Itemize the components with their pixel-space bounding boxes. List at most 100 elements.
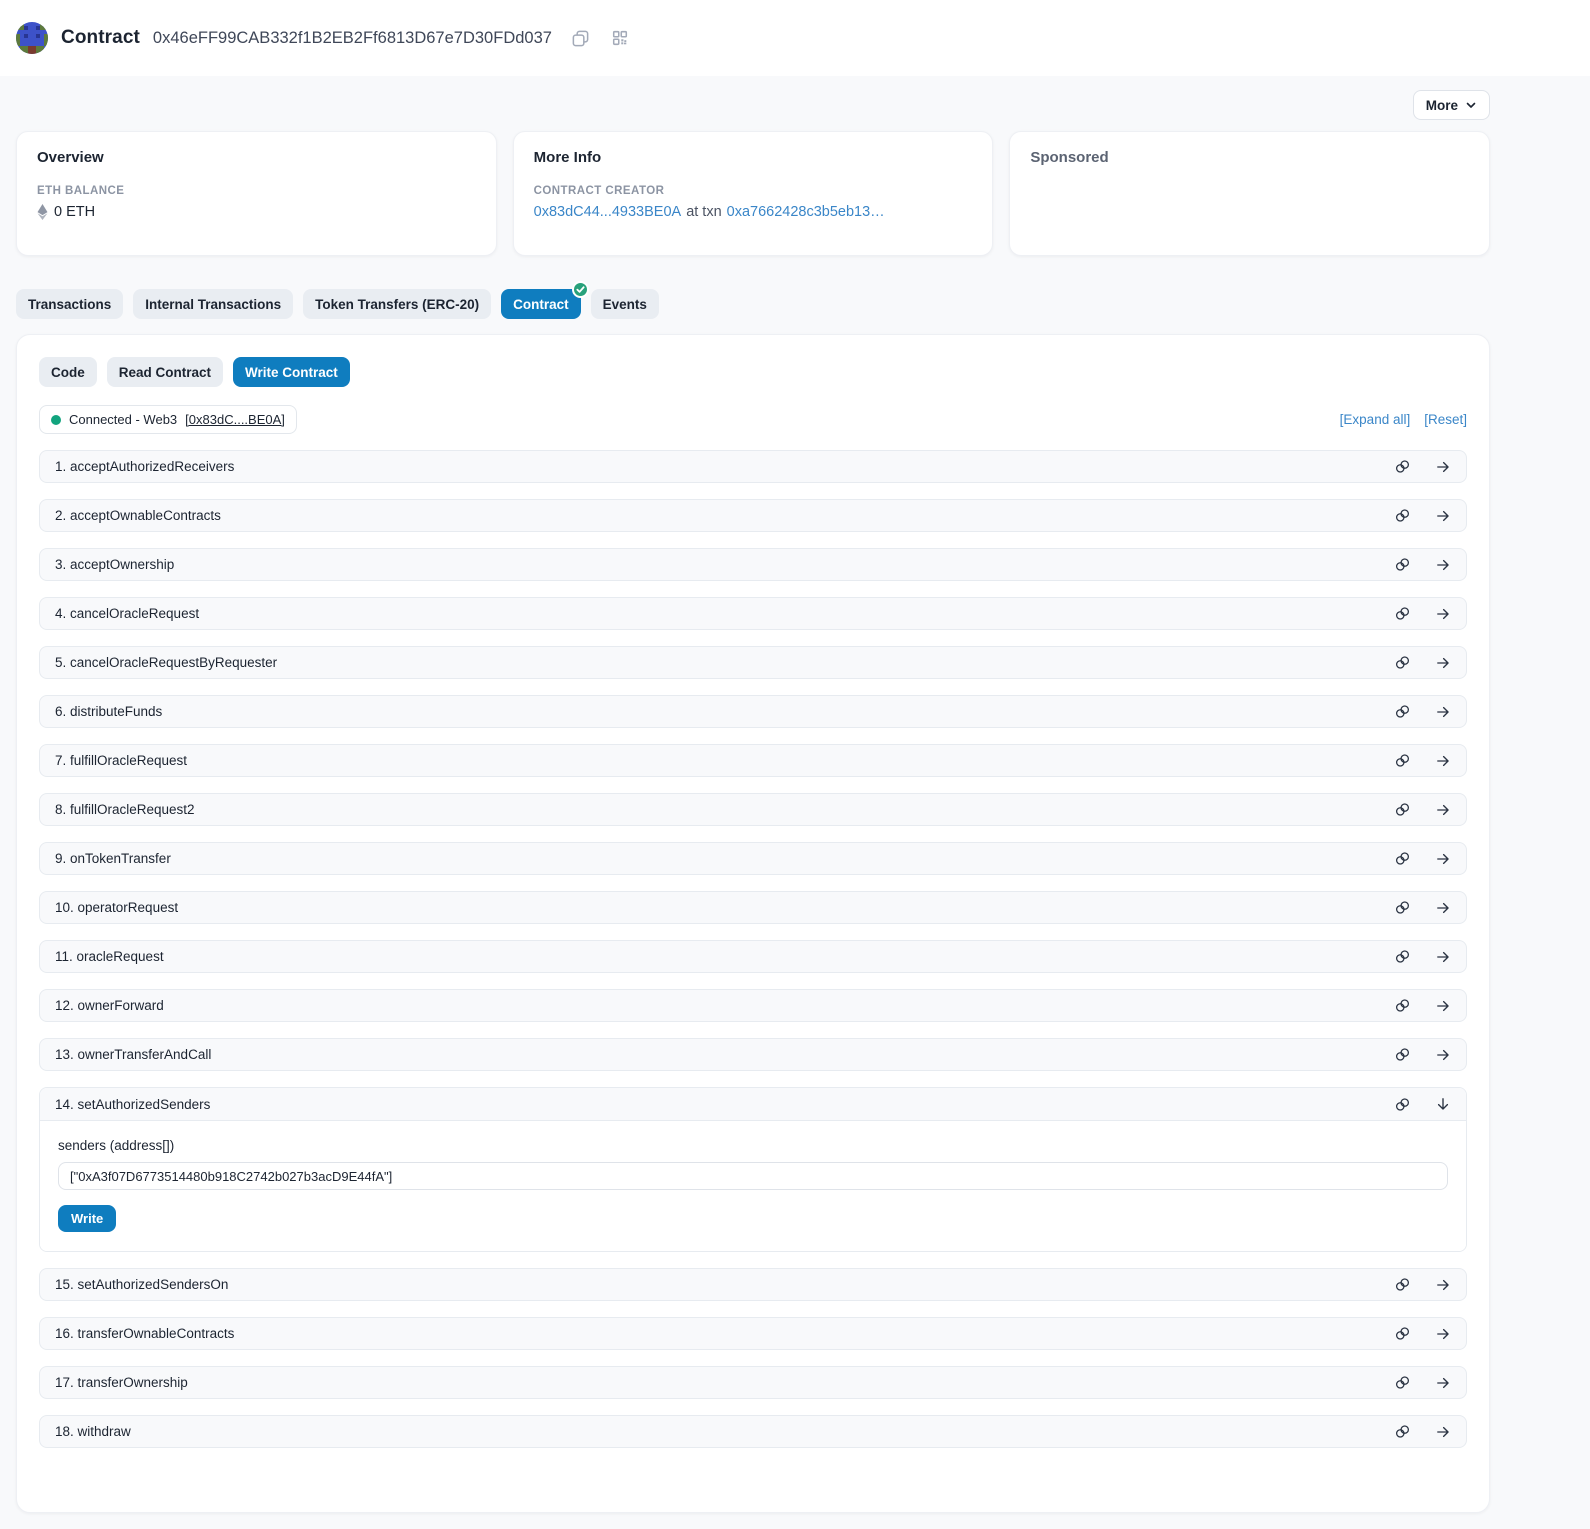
expand-function-button[interactable] xyxy=(1435,655,1451,671)
contract-address: 0x46eFF99CAB332f1B2EB2Ff6813D67e7D30FDd0… xyxy=(153,29,552,48)
arrow-right-icon xyxy=(1435,1047,1451,1063)
function-permalink-button[interactable] xyxy=(1394,1276,1411,1293)
write-button[interactable]: Write xyxy=(58,1205,116,1232)
function-permalink-button[interactable] xyxy=(1394,801,1411,818)
function-label: 12. ownerForward xyxy=(55,998,164,1013)
expand-function-button[interactable] xyxy=(1435,704,1451,720)
subtab-write-contract[interactable]: Write Contract xyxy=(233,357,350,387)
function-row-4-canceloraclerequest[interactable]: 4. cancelOracleRequest xyxy=(39,597,1467,630)
expand-function-button[interactable] xyxy=(1435,1424,1451,1440)
expand-function-button[interactable] xyxy=(1435,949,1451,965)
expand-function-button[interactable] xyxy=(1435,1047,1451,1063)
expand-function-button[interactable] xyxy=(1435,606,1451,622)
function-row-10-operatorrequest[interactable]: 10. operatorRequest xyxy=(39,891,1467,924)
function-permalink-button[interactable] xyxy=(1394,752,1411,769)
expand-function-button[interactable] xyxy=(1435,998,1451,1014)
permalink-icon xyxy=(1394,899,1411,916)
function-permalink-button[interactable] xyxy=(1394,703,1411,720)
arrow-right-icon xyxy=(1435,1424,1451,1440)
tab-token-transfers-erc-20[interactable]: Token Transfers (ERC-20) xyxy=(303,289,491,319)
blockie-icon xyxy=(16,22,48,54)
function-row-13-ownertransferandcall[interactable]: 13. ownerTransferAndCall xyxy=(39,1038,1467,1071)
function-permalink-button[interactable] xyxy=(1394,997,1411,1014)
function-row-18-withdraw[interactable]: 18. withdraw xyxy=(39,1415,1467,1448)
function-row-11-oraclerequest[interactable]: 11. oracleRequest xyxy=(39,940,1467,973)
expand-function-button[interactable] xyxy=(1435,851,1451,867)
creation-txn-link[interactable]: 0xa7662428c3b5eb13… xyxy=(727,204,885,220)
permalink-icon xyxy=(1394,507,1411,524)
qr-code-icon[interactable] xyxy=(610,28,630,48)
expand-function-button[interactable] xyxy=(1435,802,1451,818)
expand-function-button[interactable] xyxy=(1435,1326,1451,1342)
function-row-6-distributefunds[interactable]: 6. distributeFunds xyxy=(39,695,1467,728)
function-row-15-setauthorizedsenderson[interactable]: 15. setAuthorizedSendersOn xyxy=(39,1268,1467,1301)
function-row-2-acceptownablecontracts[interactable]: 2. acceptOwnableContracts xyxy=(39,499,1467,532)
expand-function-button[interactable] xyxy=(1435,508,1451,524)
function-permalink-button[interactable] xyxy=(1394,1046,1411,1063)
permalink-icon xyxy=(1394,654,1411,671)
arrow-right-icon xyxy=(1435,606,1451,622)
function-permalink-button[interactable] xyxy=(1394,654,1411,671)
arrow-right-icon xyxy=(1435,508,1451,524)
subtab-read-contract[interactable]: Read Contract xyxy=(107,357,223,387)
expand-function-button[interactable] xyxy=(1435,753,1451,769)
function-label: 8. fulfillOracleRequest2 xyxy=(55,802,195,817)
function-permalink-button[interactable] xyxy=(1394,1325,1411,1342)
expand-all-link[interactable]: [Expand all] xyxy=(1340,412,1411,427)
function-row-9-ontokentransfer[interactable]: 9. onTokenTransfer xyxy=(39,842,1467,875)
function-row-7-fulfilloraclerequest[interactable]: 7. fulfillOracleRequest xyxy=(39,744,1467,777)
function-permalink-button[interactable] xyxy=(1394,605,1411,622)
creator-conjunction: at txn xyxy=(686,204,721,220)
tab-internal-transactions[interactable]: Internal Transactions xyxy=(133,289,293,319)
expand-function-button[interactable] xyxy=(1435,1277,1451,1293)
function-row-16-transferownablecontracts[interactable]: 16. transferOwnableContracts xyxy=(39,1317,1467,1350)
more-button[interactable]: More xyxy=(1413,90,1490,120)
expand-function-button[interactable] xyxy=(1435,557,1451,573)
expand-function-button[interactable] xyxy=(1435,459,1451,475)
tab-events[interactable]: Events xyxy=(591,289,659,319)
function-permalink-button[interactable] xyxy=(1394,1423,1411,1440)
arrow-right-icon xyxy=(1435,704,1451,720)
function-label: 5. cancelOracleRequestByRequester xyxy=(55,655,277,670)
arrow-right-icon xyxy=(1435,1375,1451,1391)
function-permalink-button[interactable] xyxy=(1394,1096,1411,1113)
reset-link[interactable]: [Reset] xyxy=(1424,412,1467,427)
function-permalink-button[interactable] xyxy=(1394,899,1411,916)
function-label: 4. cancelOracleRequest xyxy=(55,606,199,621)
parameter-input[interactable] xyxy=(58,1162,1448,1190)
creator-address-link[interactable]: 0x83dC44...4933BE0A xyxy=(534,204,682,220)
contract-avatar xyxy=(16,22,48,54)
function-label: 9. onTokenTransfer xyxy=(55,851,171,866)
function-row-1-acceptauthorizedreceivers[interactable]: 1. acceptAuthorizedReceivers xyxy=(39,450,1467,483)
function-permalink-button[interactable] xyxy=(1394,507,1411,524)
function-label: 3. acceptOwnership xyxy=(55,557,174,572)
function-permalink-button[interactable] xyxy=(1394,458,1411,475)
connected-wallet-link[interactable]: [0x83dC....BE0A] xyxy=(185,412,285,427)
collapse-function-button[interactable] xyxy=(1435,1096,1451,1112)
function-row-3-acceptownership[interactable]: 3. acceptOwnership xyxy=(39,548,1467,581)
tab-contract[interactable]: Contract xyxy=(501,289,581,319)
verified-badge xyxy=(572,281,589,298)
function-row-14-setauthorizedsenders[interactable]: 14. setAuthorizedSenders xyxy=(40,1088,1466,1121)
function-permalink-button[interactable] xyxy=(1394,948,1411,965)
more-button-label: More xyxy=(1426,98,1458,113)
function-row-17-transferownership[interactable]: 17. transferOwnership xyxy=(39,1366,1467,1399)
contract-subtabs: Code Read Contract Write Contract xyxy=(39,357,1467,387)
function-permalink-button[interactable] xyxy=(1394,850,1411,867)
function-row-8-fulfilloraclerequest2[interactable]: 8. fulfillOracleRequest2 xyxy=(39,793,1467,826)
function-permalink-button[interactable] xyxy=(1394,556,1411,573)
permalink-icon xyxy=(1394,752,1411,769)
subtab-code[interactable]: Code xyxy=(39,357,97,387)
expand-function-button[interactable] xyxy=(1435,1375,1451,1391)
wallet-connection-status: Connected - Web3 [0x83dC....BE0A] xyxy=(39,405,297,434)
eth-balance-value: 0 ETH xyxy=(54,204,95,220)
function-permalink-button[interactable] xyxy=(1394,1374,1411,1391)
permalink-icon xyxy=(1394,850,1411,867)
function-row-12-ownerforward[interactable]: 12. ownerForward xyxy=(39,989,1467,1022)
function-label: 2. acceptOwnableContracts xyxy=(55,508,221,523)
tab-transactions[interactable]: Transactions xyxy=(16,289,123,319)
expand-function-button[interactable] xyxy=(1435,900,1451,916)
overview-title: Overview xyxy=(37,149,476,166)
copy-address-icon[interactable] xyxy=(571,28,591,48)
function-row-5-canceloraclerequestbyrequester[interactable]: 5. cancelOracleRequestByRequester xyxy=(39,646,1467,679)
